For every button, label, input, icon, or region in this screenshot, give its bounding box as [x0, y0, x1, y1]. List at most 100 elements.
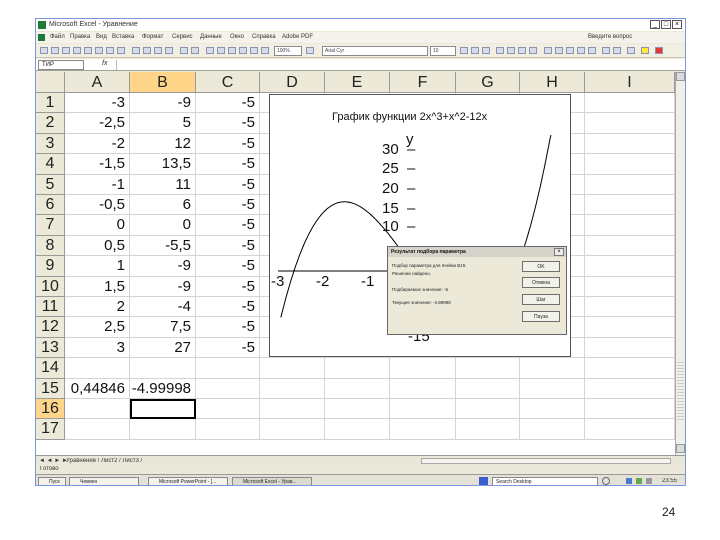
cell-c13[interactable]: -5	[196, 337, 260, 359]
cell-a11[interactable]: 2	[65, 297, 130, 318]
cell-h17[interactable]	[520, 419, 585, 440]
cell-a15[interactable]: 0,44846	[65, 378, 130, 399]
cell-c12[interactable]: -5	[196, 317, 260, 338]
cell-i2[interactable]	[585, 113, 675, 134]
cell-a8[interactable]: 0,5	[65, 235, 130, 257]
cell-i12[interactable]	[585, 317, 675, 338]
row-header[interactable]: 4	[36, 154, 65, 175]
sheet-tabs[interactable]: Уравнение / Лист2 / Лист3 /	[66, 458, 142, 464]
row-header[interactable]: 13	[36, 337, 65, 359]
font-name-select[interactable]: Arial Cyr	[322, 46, 428, 56]
cell-i8[interactable]	[585, 235, 675, 257]
cell-c4[interactable]: -5	[196, 154, 260, 175]
decrease-decimal-icon[interactable]	[588, 47, 596, 54]
row-header[interactable]: 12	[36, 317, 65, 338]
taskbar-item-folder[interactable]: Чекмен	[69, 477, 139, 485]
taskbar-item-powerpoint[interactable]: Microsoft PowerPoint - [...	[148, 477, 228, 485]
cell-b10[interactable]: -9	[130, 276, 196, 297]
row-header[interactable]: 17	[36, 419, 65, 440]
cell-d15[interactable]	[260, 378, 325, 399]
cell-b9[interactable]: -9	[130, 256, 196, 277]
cut-icon[interactable]	[132, 47, 140, 54]
fill-color-icon[interactable]	[641, 47, 649, 54]
cell-i5[interactable]	[585, 174, 675, 195]
cell-f14[interactable]	[390, 358, 456, 379]
cell-i9[interactable]	[585, 256, 675, 277]
taskbar-item-excel[interactable]: Microsoft Excel - Урав...	[232, 477, 312, 485]
name-box[interactable]: ТИР	[38, 60, 84, 70]
cell-a12[interactable]: 2,5	[65, 317, 130, 338]
borders-icon[interactable]	[627, 47, 635, 54]
cell-b6[interactable]: 6	[130, 195, 196, 216]
cell-d14[interactable]	[260, 358, 325, 379]
italic-icon[interactable]	[471, 47, 479, 54]
cell-a2[interactable]: -2,5	[65, 113, 130, 134]
cell-b15[interactable]: -4.99998	[130, 378, 196, 399]
cell-i10[interactable]	[585, 276, 675, 297]
search-icon[interactable]	[602, 477, 610, 485]
cell-b4[interactable]: 13,5	[130, 154, 196, 175]
bold-icon[interactable]	[460, 47, 468, 54]
spelling-icon[interactable]	[117, 47, 125, 54]
align-left-icon[interactable]	[496, 47, 504, 54]
underline-icon[interactable]	[482, 47, 490, 54]
cell-i3[interactable]	[585, 133, 675, 155]
undo-icon[interactable]	[180, 47, 188, 54]
row-header[interactable]: 5	[36, 174, 65, 195]
cell-a5[interactable]: -1	[65, 174, 130, 195]
open-icon[interactable]	[51, 47, 59, 54]
cell-a14[interactable]	[65, 358, 130, 379]
menu-window[interactable]: Окно	[230, 34, 244, 40]
font-color-icon[interactable]	[655, 47, 663, 54]
merge-center-icon[interactable]	[529, 47, 537, 54]
menu-adobe-pdf[interactable]: Adobe PDF	[282, 34, 313, 40]
align-center-icon[interactable]	[507, 47, 515, 54]
cell-b7[interactable]: 0	[130, 215, 196, 236]
cell-b1[interactable]: -9	[130, 93, 196, 114]
align-right-icon[interactable]	[518, 47, 526, 54]
select-all-corner[interactable]	[36, 72, 65, 93]
column-header-e[interactable]: E	[325, 72, 390, 93]
cell-h16[interactable]	[520, 399, 585, 420]
cell-i14[interactable]	[585, 358, 675, 379]
cell-f17[interactable]	[390, 419, 456, 440]
cell-g17[interactable]	[456, 419, 520, 440]
new-icon[interactable]	[40, 47, 48, 54]
sort-ascending-icon[interactable]	[228, 47, 236, 54]
desktop-search-input[interactable]: Search Desktop	[492, 477, 598, 485]
cancel-button[interactable]: Отмена	[522, 277, 560, 288]
cell-i6[interactable]	[585, 195, 675, 216]
cell-b11[interactable]: -4	[130, 297, 196, 318]
menu-help[interactable]: Справка	[252, 34, 276, 40]
row-header[interactable]: 8	[36, 235, 65, 257]
column-header-d[interactable]: D	[260, 72, 325, 93]
cell-b2[interactable]: 5	[130, 113, 196, 134]
column-header-b[interactable]: B	[130, 72, 196, 93]
column-header-c[interactable]: C	[196, 72, 260, 93]
minimize-button[interactable]: _	[650, 20, 660, 29]
scroll-down-icon[interactable]	[676, 444, 685, 453]
cell-c1[interactable]: -5	[196, 93, 260, 114]
cell-d17[interactable]	[260, 419, 325, 440]
percent-icon[interactable]	[555, 47, 563, 54]
column-header-g[interactable]: G	[456, 72, 520, 93]
menu-format[interactable]: Формат	[142, 34, 163, 40]
cell-c2[interactable]: -5	[196, 113, 260, 134]
cell-a7[interactable]: 0	[65, 215, 130, 236]
email-icon[interactable]	[84, 47, 92, 54]
horizontal-scrollbar[interactable]	[421, 458, 671, 464]
scroll-thumb[interactable]	[677, 362, 684, 422]
cell-b8[interactable]: -5,5	[130, 235, 196, 257]
cell-c10[interactable]: -5	[196, 276, 260, 297]
row-header[interactable]: 3	[36, 133, 65, 155]
cell-c9[interactable]: -5	[196, 256, 260, 277]
cell-d16[interactable]	[260, 399, 325, 420]
cell-a4[interactable]: -1,5	[65, 154, 130, 175]
cell-c11[interactable]: -5	[196, 297, 260, 318]
menu-data[interactable]: Данные	[200, 34, 222, 40]
cell-a16[interactable]	[65, 399, 130, 420]
format-painter-icon[interactable]	[165, 47, 173, 54]
row-header[interactable]: 7	[36, 215, 65, 236]
cell-c16[interactable]	[196, 399, 260, 420]
menu-edit[interactable]: Правка	[70, 34, 90, 40]
